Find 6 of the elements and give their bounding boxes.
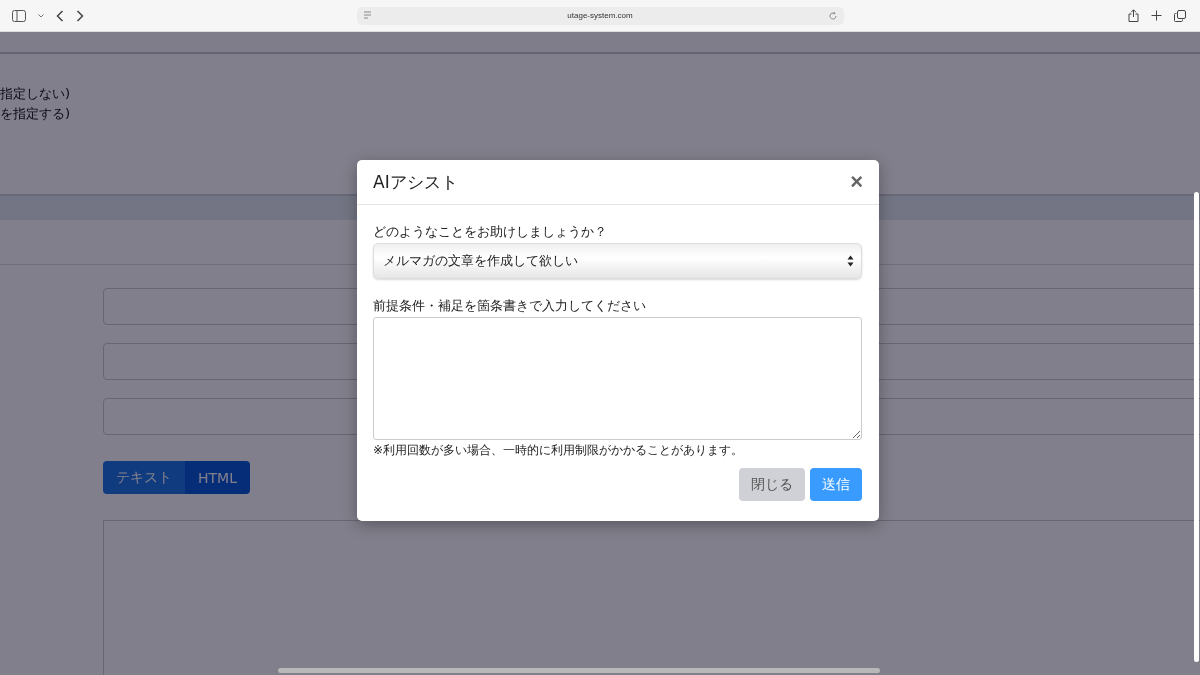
note-text: ※利用回数が多い場合、一時的に利用制限がかかることがあります。 [373, 443, 745, 458]
field-label: 前提条件・補足を箇条書きで入力してください [373, 297, 647, 315]
dialog-title: AIアシスト [373, 170, 458, 194]
field-label: どのようなことをお助けしましょうか？ [373, 223, 608, 241]
option-text: を指定する) [0, 106, 72, 122]
option-text: 指定しない) [0, 86, 72, 102]
